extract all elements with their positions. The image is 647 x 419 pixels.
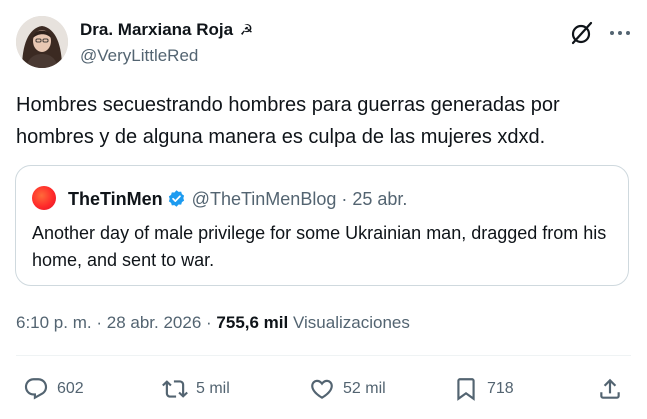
meta-separator: ·	[96, 313, 103, 332]
like-button[interactable]: 52 mil	[309, 375, 386, 403]
grok-icon[interactable]	[569, 20, 595, 46]
share-icon	[600, 378, 620, 399]
tweet-meta: 6:10 p. m. · 28 abr. 2026 · 755,6 mil Vi…	[16, 312, 410, 334]
verified-badge-icon	[168, 190, 184, 207]
author-avatar[interactable]	[16, 16, 68, 68]
author-name[interactable]: Dra. Marxiana Roja ☭	[80, 19, 253, 42]
bookmark-button[interactable]: 718	[453, 375, 514, 403]
share-button[interactable]	[597, 375, 623, 403]
meta-separator-2: ·	[206, 313, 212, 332]
tweet-text: Hombres secuestrando hombres para guerra…	[16, 94, 560, 148]
views-count: 755,6 mil	[216, 313, 289, 332]
tweet-date[interactable]: 28 abr. 2026	[107, 313, 202, 332]
quote-author-name: TheTinMen	[68, 189, 163, 209]
quote-text: Another day of male privilege for some U…	[32, 223, 607, 270]
repost-icon	[162, 380, 188, 398]
bookmark-icon	[457, 378, 475, 401]
views-label: Visualizaciones	[292, 313, 410, 332]
like-count: 52 mil	[343, 380, 386, 397]
bookmark-count: 718	[487, 380, 514, 397]
quote-avatar	[32, 186, 56, 210]
repost-count: 5 mil	[196, 380, 230, 397]
reply-icon	[24, 378, 48, 400]
hammer-sickle-emoji: ☭	[239, 22, 254, 39]
reply-button[interactable]: 602	[23, 375, 84, 403]
tweet: Dra. Marxiana Roja ☭ @VeryLittleRed Homb…	[0, 0, 647, 419]
heart-icon	[311, 379, 333, 399]
divider	[16, 355, 631, 356]
quote-author-handle: @TheTinMenBlog	[191, 189, 337, 209]
author-name-text: Dra. Marxiana Roja	[80, 20, 234, 39]
tweet-time[interactable]: 6:10 p. m.	[16, 313, 92, 332]
quote-header: TheTinMen @TheTinMenBlog · 25 abr.	[68, 187, 407, 211]
quote-date: 25 abr.	[352, 189, 408, 209]
author-handle[interactable]: @VeryLittleRed	[80, 45, 198, 67]
more-icon[interactable]	[607, 20, 633, 46]
repost-button[interactable]: 5 mil	[162, 375, 230, 403]
quoted-tweet[interactable]: TheTinMen @TheTinMenBlog · 25 abr. Anoth…	[15, 165, 629, 286]
reply-count: 602	[57, 380, 84, 397]
quote-separator: ·	[341, 189, 348, 209]
